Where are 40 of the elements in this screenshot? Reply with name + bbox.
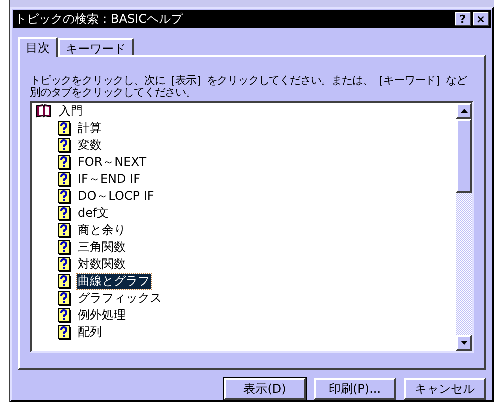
- dialog-button[interactable]: 表示(D): [224, 378, 306, 400]
- dialog-button[interactable]: 印刷(P)...: [314, 378, 396, 400]
- tree-item[interactable]: 入門: [58, 104, 84, 119]
- help-topic-icon: [58, 290, 71, 306]
- help-topic-icon: [58, 172, 71, 187]
- tree-item[interactable]: FOR～NEXT: [77, 154, 148, 170]
- help-topic-icon: [58, 308, 71, 323]
- tab[interactable]: 目次: [18, 36, 58, 57]
- tree-item[interactable]: 曲線とグラフ: [77, 274, 151, 289]
- help-topic-icon: [58, 222, 71, 238]
- help-button[interactable]: ?: [455, 12, 471, 26]
- help-topic-icon: [58, 188, 71, 204]
- tree-item[interactable]: DO～LOCP IF: [77, 188, 156, 204]
- tree-item[interactable]: 変数: [77, 138, 103, 153]
- tree-item[interactable]: IF～END IF: [77, 172, 142, 187]
- window-title: トピックの検索：BASICヘルプ: [15, 11, 183, 28]
- scroll-down-icon[interactable]: [460, 340, 468, 345]
- tree-item[interactable]: 例外処理: [77, 308, 127, 323]
- help-topic-icon: [58, 154, 71, 170]
- close-button[interactable]: ×: [473, 12, 489, 26]
- help-topic-icon: [58, 256, 71, 272]
- help-topic-icon: [58, 240, 71, 255]
- tree-item[interactable]: 商と余り: [77, 222, 127, 238]
- help-topic-icon: [58, 274, 71, 289]
- tree-item[interactable]: 三角関数: [77, 240, 127, 255]
- tree-item[interactable]: 配列: [77, 324, 103, 340]
- help-topic-icon: [58, 206, 71, 221]
- scrollbar[interactable]: [456, 102, 472, 351]
- help-topic-icon: [58, 138, 71, 153]
- help-topic-icon: [58, 120, 71, 136]
- instruction-text: トピックをクリックし、次に［表示］をクリックしてください。または、［キーワード］など別のタブをクリックしてください。: [30, 74, 468, 99]
- tree-item[interactable]: 計算: [77, 120, 103, 136]
- dialog-button[interactable]: キャンセル: [404, 378, 486, 400]
- book-icon: [36, 104, 52, 118]
- tab[interactable]: キーワード: [58, 38, 134, 55]
- scroll-up-icon[interactable]: [460, 108, 468, 113]
- tree-item[interactable]: グラフィックス: [77, 290, 163, 306]
- tree-item[interactable]: 対数関数: [77, 256, 127, 272]
- help-topic-icon: [58, 324, 71, 340]
- tree-item[interactable]: def文: [77, 206, 110, 221]
